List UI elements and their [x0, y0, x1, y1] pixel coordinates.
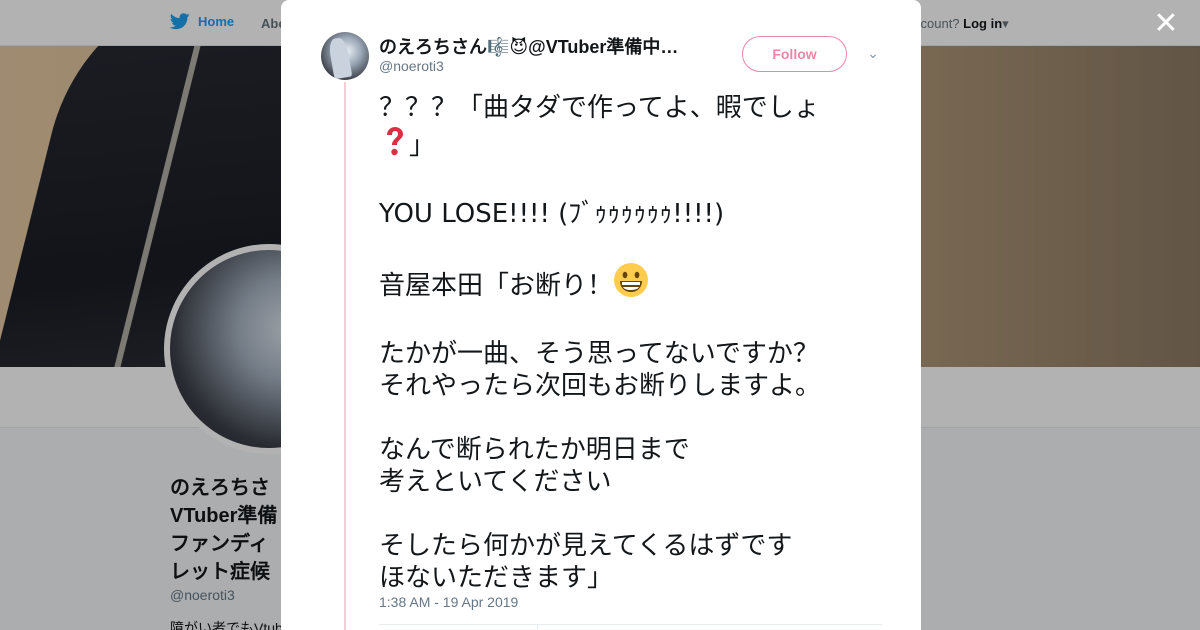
- tweet-timestamp[interactable]: 1:38 AM - 19 Apr 2019: [379, 594, 518, 610]
- tweet-line: ？？？「曲タダで作ってよ、暇でしょ: [379, 93, 820, 123]
- tweet-line: 音屋本田「お断り！: [379, 262, 859, 306]
- red-question-mark-icon: [379, 124, 409, 166]
- tweet-text: ？？？「曲タダで作ってよ、暇でしょ 」 YOU LOSE!!!! (ﾌﾞｩｩｩｩ…: [379, 92, 859, 594]
- tweet-line: そしたら何かが見えてくるはずです: [379, 531, 793, 561]
- tweet-line: 考えといてください: [379, 467, 612, 497]
- tweet-modal: のえろちさん🎼😈@VTuber準備中… @noeroti3 Follow ⌄ ？…: [281, 0, 921, 630]
- avatar-hair-detail: [327, 36, 353, 80]
- tweet-line-text: 」: [409, 131, 436, 161]
- follow-button[interactable]: Follow: [742, 36, 847, 72]
- tweet-author-avatar[interactable]: [321, 32, 369, 80]
- tweet-author-name[interactable]: のえろちさん🎼😈@VTuber準備中…: [379, 33, 694, 59]
- tweet-line: ほないただきます」: [379, 563, 614, 593]
- divider: [379, 624, 882, 625]
- tweet-line: たかが一曲、そう思ってないですか？: [379, 339, 819, 369]
- close-icon[interactable]: ✕: [1152, 9, 1180, 39]
- stats-divider: [537, 624, 538, 630]
- tweet-line: なんで断られたか明日まで: [379, 435, 690, 465]
- thread-line: [344, 82, 346, 630]
- chevron-down-icon[interactable]: ⌄: [865, 45, 881, 61]
- grinning-face-icon: [613, 262, 649, 306]
- tweet-line: それやったら次回もお断りしますよ。: [379, 371, 822, 401]
- tweet-line: YOU LOSE!!!! (ﾌﾞｩｩｩｩｩｩ!!!!): [379, 199, 725, 229]
- tweet-author-handle[interactable]: @noeroti3: [379, 58, 444, 74]
- tweet-line-text: 音屋本田「お断り！: [379, 271, 614, 301]
- tweet-line: 」: [379, 124, 859, 166]
